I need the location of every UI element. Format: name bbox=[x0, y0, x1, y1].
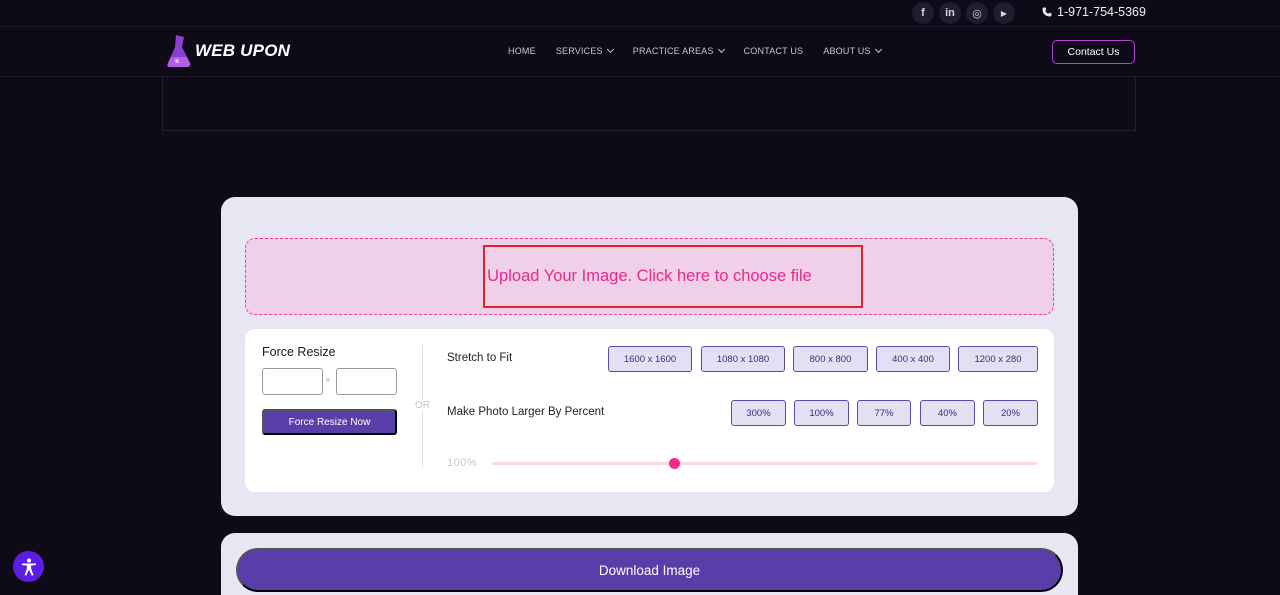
contact-us-button[interactable]: Contact Us bbox=[1052, 40, 1135, 64]
nav-item-about-us[interactable]: ABOUT US bbox=[823, 45, 882, 56]
percent-button-300[interactable]: 300% bbox=[731, 400, 786, 426]
size-button-1200x280[interactable]: 1200 x 280 bbox=[958, 346, 1038, 372]
download-image-button[interactable]: Download Image bbox=[236, 548, 1063, 592]
size-button-1600[interactable]: 1600 x 1600 bbox=[608, 346, 692, 372]
main-navbar: WEB UPON HOME SERVICES PRACTICE AREAS CO… bbox=[0, 27, 1280, 77]
facebook-icon[interactable]: f bbox=[912, 2, 934, 24]
height-input[interactable] bbox=[336, 368, 397, 395]
nav-item-services[interactable]: SERVICES bbox=[556, 45, 614, 56]
logo-text: WEB UPON bbox=[195, 41, 291, 60]
accessibility-icon bbox=[21, 558, 36, 576]
force-resize-button[interactable]: Force Resize Now bbox=[262, 409, 397, 435]
chevron-down-icon bbox=[874, 45, 882, 54]
image-resizer-tool: Upload Your Image. Click here to choose … bbox=[221, 197, 1078, 516]
size-button-1080[interactable]: 1080 x 1080 bbox=[701, 346, 785, 372]
top-bar: f in ◎ ▶ 1-971-754-5369 bbox=[0, 0, 1280, 27]
size-button-800[interactable]: 800 x 800 bbox=[793, 346, 868, 372]
chevron-down-icon bbox=[717, 45, 725, 54]
social-links: f in ◎ ▶ bbox=[912, 2, 1015, 24]
percent-button-100[interactable]: 100% bbox=[794, 400, 849, 426]
phone-contact[interactable]: 1-971-754-5369 bbox=[1042, 5, 1146, 19]
times-symbol: × bbox=[325, 375, 331, 386]
nav-item-contact-us[interactable]: CONTACT US bbox=[744, 46, 804, 56]
scale-slider-track[interactable] bbox=[492, 458, 1037, 469]
accessibility-button[interactable] bbox=[13, 551, 44, 582]
upload-dropzone[interactable]: Upload Your Image. Click here to choose … bbox=[245, 238, 1054, 315]
percent-button-20[interactable]: 20% bbox=[983, 400, 1038, 426]
percent-button-40[interactable]: 40% bbox=[920, 400, 975, 426]
instagram-icon[interactable]: ◎ bbox=[966, 2, 988, 24]
nav-item-practice-areas[interactable]: PRACTICE AREAS bbox=[633, 45, 725, 56]
percent-button-77[interactable]: 77% bbox=[857, 400, 911, 426]
flask-logo-icon bbox=[167, 35, 191, 67]
linkedin-icon[interactable]: in bbox=[939, 2, 961, 24]
slider-value-label: 100% bbox=[447, 457, 478, 469]
larger-by-percent-label: Make Photo Larger By Percent bbox=[447, 406, 605, 418]
youtube-icon[interactable]: ▶ bbox=[993, 2, 1015, 24]
decorative-frame bbox=[162, 77, 1136, 131]
download-section: Download Image bbox=[221, 533, 1078, 595]
width-input[interactable] bbox=[262, 368, 323, 395]
phone-icon bbox=[1042, 7, 1052, 17]
phone-number: 1-971-754-5369 bbox=[1057, 5, 1146, 19]
or-separator: OR bbox=[414, 400, 431, 411]
force-resize-title: Force Resize bbox=[262, 345, 336, 359]
nav-item-home[interactable]: HOME bbox=[508, 46, 536, 56]
chevron-down-icon bbox=[606, 45, 614, 54]
scale-slider-thumb[interactable] bbox=[669, 458, 681, 469]
nav-menu: HOME SERVICES PRACTICE AREAS CONTACT US … bbox=[508, 45, 882, 56]
resize-options-panel: Force Resize × Force Resize Now OR Stret… bbox=[245, 329, 1054, 492]
stretch-to-fit-label: Stretch to Fit bbox=[447, 352, 513, 364]
size-button-400[interactable]: 400 x 400 bbox=[876, 346, 950, 372]
highlight-box bbox=[483, 245, 863, 308]
logo[interactable]: WEB UPON bbox=[165, 33, 290, 69]
